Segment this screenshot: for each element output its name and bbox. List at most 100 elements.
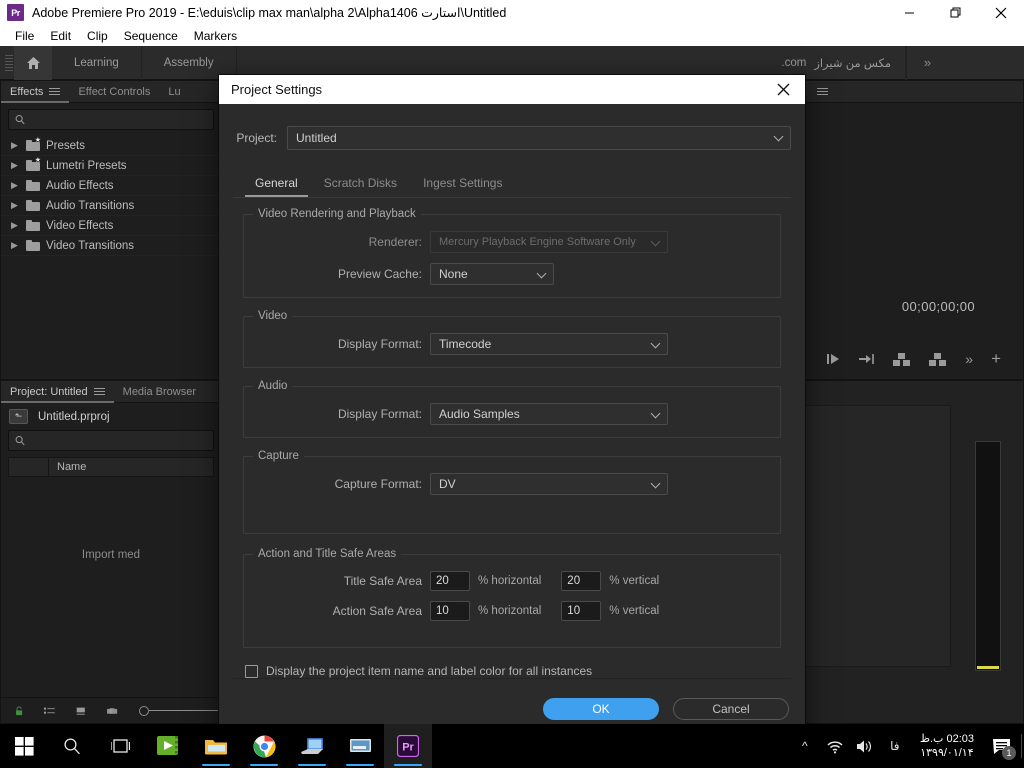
home-button[interactable] [14,45,52,80]
audio-meters[interactable] [975,441,1001,671]
title-safe-vertical-input[interactable] [561,571,602,591]
cancel-button[interactable]: Cancel [673,698,789,720]
app-icon: Pr [7,4,24,21]
program-timecode[interactable]: 00;00;00;00 [902,299,975,314]
list-view-icon[interactable] [44,705,55,717]
tree-item[interactable]: ▶ Video Transitions [1,236,221,256]
start-button[interactable] [0,724,48,768]
audio-display-format-dropdown[interactable]: Audio Samples [430,403,668,425]
parent-bin-icon[interactable]: ⬑ [9,409,28,424]
menu-bar: File Edit Clip Sequence Markers [0,25,1024,46]
clock[interactable]: 02:03 ب.ظ ۱۳۹۹/۰۱/۱۴ [910,732,984,760]
chevron-right-icon[interactable]: ▶ [11,180,20,191]
zoom-slider-knob[interactable] [139,705,149,716]
network-button[interactable] [820,724,850,768]
panel-menu-icon[interactable] [817,86,828,97]
ok-button[interactable]: OK [543,698,659,720]
dialog-close-button[interactable] [761,75,805,104]
video-display-format-dropdown[interactable]: Timecode [430,333,668,355]
chevron-right-icon[interactable]: ▶ [11,140,20,151]
freeform-view-icon[interactable] [107,705,118,717]
insert-icon[interactable] [893,352,911,366]
zoom-slider-track[interactable] [149,710,221,711]
project-settings-dialog: Project Settings Project: Untitled Gener… [218,74,806,740]
volume-button[interactable] [850,724,880,768]
tab-lumetri[interactable]: Lu [159,81,189,103]
panel-grip-icon [5,54,13,71]
task-view-button[interactable] [96,724,144,768]
tab-effects[interactable]: Effects [1,81,69,103]
icon-view-icon[interactable] [76,705,86,717]
import-media-hint[interactable]: Import med [1,549,221,561]
tab-effect-controls[interactable]: Effect Controls [69,81,159,103]
menu-clip[interactable]: Clip [79,27,116,45]
premiere-button[interactable]: Pr [384,724,432,768]
preview-cache-value: None [439,267,468,281]
chrome-button[interactable] [240,724,288,768]
panel-menu-icon[interactable] [93,386,105,397]
project-dropdown[interactable]: Untitled [287,126,791,150]
system-tray: ^ فا 02:03 ب.ظ ۱۳۹۹/۰۱/۱۴ 1 [790,724,1024,768]
app6-button[interactable] [336,724,384,768]
tree-item[interactable]: ▶ Presets [1,136,221,156]
chevron-right-icon[interactable]: ▶ [11,160,20,171]
menu-sequence[interactable]: Sequence [116,27,186,45]
chevron-right-icon[interactable]: ▶ [11,220,20,231]
menu-markers[interactable]: Markers [186,27,245,45]
tab-scratch-disks[interactable]: Scratch Disks [314,172,407,197]
display-item-name-checkbox[interactable] [245,664,258,678]
app5-button[interactable] [288,724,336,768]
project-search-input[interactable] [30,434,207,447]
svg-text:Pr: Pr [402,742,414,754]
mark-out-icon[interactable] [859,353,875,365]
tree-item[interactable]: ▶ Video Effects [1,216,221,236]
display-item-name-row[interactable]: Display the project item name and label … [245,664,779,678]
capture-format-dropdown[interactable]: DV [430,473,668,495]
minimize-button[interactable] [886,0,932,25]
effects-search[interactable] [8,109,214,130]
menu-file[interactable]: File [7,27,42,45]
overwrite-icon[interactable] [929,352,947,366]
zoom-slider[interactable] [139,705,221,716]
menu-edit[interactable]: Edit [42,27,79,45]
media-app-button[interactable] [144,724,192,768]
tab-general[interactable]: General [245,172,308,197]
tree-item[interactable]: ▶ Audio Transitions [1,196,221,216]
file-explorer-button[interactable] [192,724,240,768]
action-safe-horizontal-input[interactable] [430,601,470,621]
lock-icon[interactable] [15,704,23,718]
workspace-overflow-button[interactable]: » [906,45,948,80]
section-video-rendering: Video Rendering and Playback Renderer: M… [243,208,781,298]
tab-media-browser[interactable]: Media Browser [114,381,205,403]
title-safe-horizontal-input[interactable] [430,571,470,591]
panel-menu-button[interactable] [808,81,837,103]
effects-search-input[interactable] [30,113,207,126]
action-safe-row: Action Safe Area % horizontal % vertical [254,601,770,621]
maximize-restore-button[interactable] [932,0,978,25]
tree-item-label: Video Transitions [46,239,135,252]
more-icon[interactable]: » [965,351,973,367]
language-indicator[interactable]: فا [880,724,910,768]
preview-cache-dropdown[interactable]: None [430,263,554,285]
chevron-right-icon[interactable]: ▶ [11,240,20,251]
running-indicator [394,763,422,766]
close-button[interactable] [978,0,1024,25]
notifications-button[interactable]: 1 [984,724,1018,768]
add-icon[interactable]: + [991,349,1001,369]
panel-menu-icon[interactable] [49,86,61,97]
tray-expand-button[interactable]: ^ [790,724,820,768]
show-desktop-button[interactable] [1021,734,1022,758]
video-display-format-row: Display Format: Timecode [254,333,770,355]
tab-project[interactable]: Project: Untitled [1,381,114,403]
workspace-tab-learning[interactable]: Learning [52,45,142,80]
tree-item[interactable]: ▶ Lumetri Presets [1,156,221,176]
action-safe-vertical-input[interactable] [561,601,602,621]
section-audio-legend: Audio [253,380,293,392]
mark-in-icon[interactable] [827,353,841,365]
chevron-right-icon[interactable]: ▶ [11,200,20,211]
tab-ingest-settings[interactable]: Ingest Settings [413,172,512,197]
section-video-rendering-legend: Video Rendering and Playback [253,208,421,220]
project-search[interactable] [8,430,214,451]
search-button[interactable] [48,724,96,768]
tree-item[interactable]: ▶ Audio Effects [1,176,221,196]
